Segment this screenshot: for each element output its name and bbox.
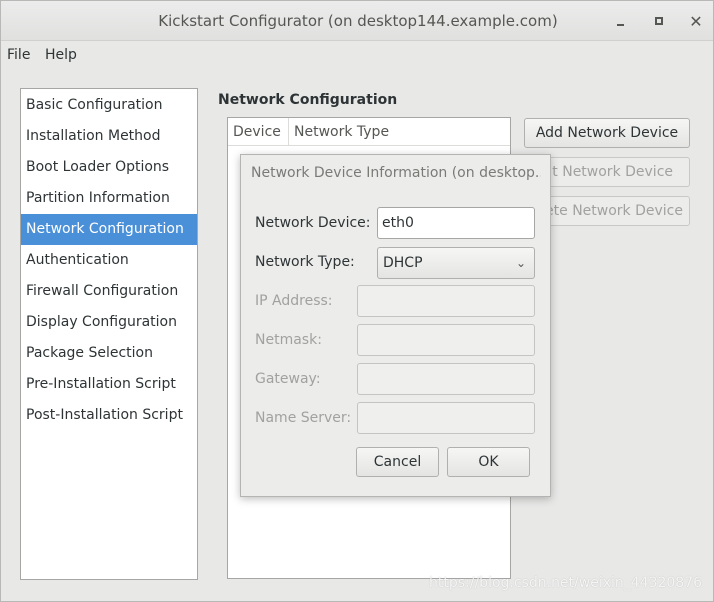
maximize-button[interactable] xyxy=(648,11,670,33)
minimize-button[interactable] xyxy=(611,11,633,33)
sidebar-list: Basic Configuration Installation Method … xyxy=(20,88,198,580)
netmask-label: Netmask: xyxy=(255,332,322,348)
gateway-input[interactable] xyxy=(357,363,535,395)
close-button[interactable]: ✕ xyxy=(685,11,707,33)
menu-help[interactable]: Help xyxy=(45,47,77,63)
sidebar-item-pre-installation-script[interactable]: Pre-Installation Script xyxy=(21,369,197,400)
sidebar-item-authentication[interactable]: Authentication xyxy=(21,245,197,276)
sidebar-item-package-selection[interactable]: Package Selection xyxy=(21,338,197,369)
network-device-label: Network Device: xyxy=(255,215,371,231)
sidebar-item-network-configuration[interactable]: Network Configuration xyxy=(21,214,197,245)
name-server-input[interactable] xyxy=(357,402,535,434)
sidebar-item-firewall-configuration[interactable]: Firewall Configuration xyxy=(21,276,197,307)
menu-bar: File Help xyxy=(1,41,713,71)
chevron-down-icon: ⌄ xyxy=(515,256,526,270)
close-icon: ✕ xyxy=(689,12,703,31)
watermark-text: https://blog.csdn.net/weixin_44320876 xyxy=(429,575,703,591)
network-device-dialog: Network Device Information (on desktop..… xyxy=(240,154,551,497)
column-header-network-type[interactable]: Network Type xyxy=(289,118,510,146)
section-title: Network Configuration xyxy=(218,92,398,108)
name-server-label: Name Server: xyxy=(255,410,352,426)
netmask-input[interactable] xyxy=(357,324,535,356)
app-window: Kickstart Configurator (on desktop144.ex… xyxy=(0,0,714,602)
title-bar[interactable]: Kickstart Configurator (on desktop144.ex… xyxy=(1,1,713,41)
sidebar-item-partition-information[interactable]: Partition Information xyxy=(21,183,197,214)
dialog-title: Network Device Information (on desktop..… xyxy=(251,165,541,181)
ip-address-input[interactable] xyxy=(357,285,535,317)
sidebar-item-installation-method[interactable]: Installation Method xyxy=(21,121,197,152)
network-type-select[interactable]: DHCP ⌄ xyxy=(377,247,535,279)
network-type-label: Network Type: xyxy=(255,254,355,270)
sidebar-item-basic-configuration[interactable]: Basic Configuration xyxy=(21,90,197,121)
menu-file[interactable]: File xyxy=(7,47,30,63)
sidebar-item-boot-loader-options[interactable]: Boot Loader Options xyxy=(21,152,197,183)
gateway-label: Gateway: xyxy=(255,371,321,387)
minimize-icon xyxy=(617,24,624,26)
sidebar-item-display-configuration[interactable]: Display Configuration xyxy=(21,307,197,338)
network-type-value: DHCP xyxy=(383,255,423,271)
column-header-device[interactable]: Device xyxy=(228,118,289,146)
cancel-button[interactable]: Cancel xyxy=(356,447,439,477)
ok-button[interactable]: OK xyxy=(447,447,530,477)
add-network-device-button[interactable]: Add Network Device xyxy=(524,118,690,148)
maximize-icon xyxy=(655,17,663,25)
sidebar-item-post-installation-script[interactable]: Post-Installation Script xyxy=(21,400,197,431)
network-device-input[interactable]: eth0 xyxy=(377,207,535,239)
ip-address-label: IP Address: xyxy=(255,293,333,309)
window-title: Kickstart Configurator (on desktop144.ex… xyxy=(158,12,558,30)
